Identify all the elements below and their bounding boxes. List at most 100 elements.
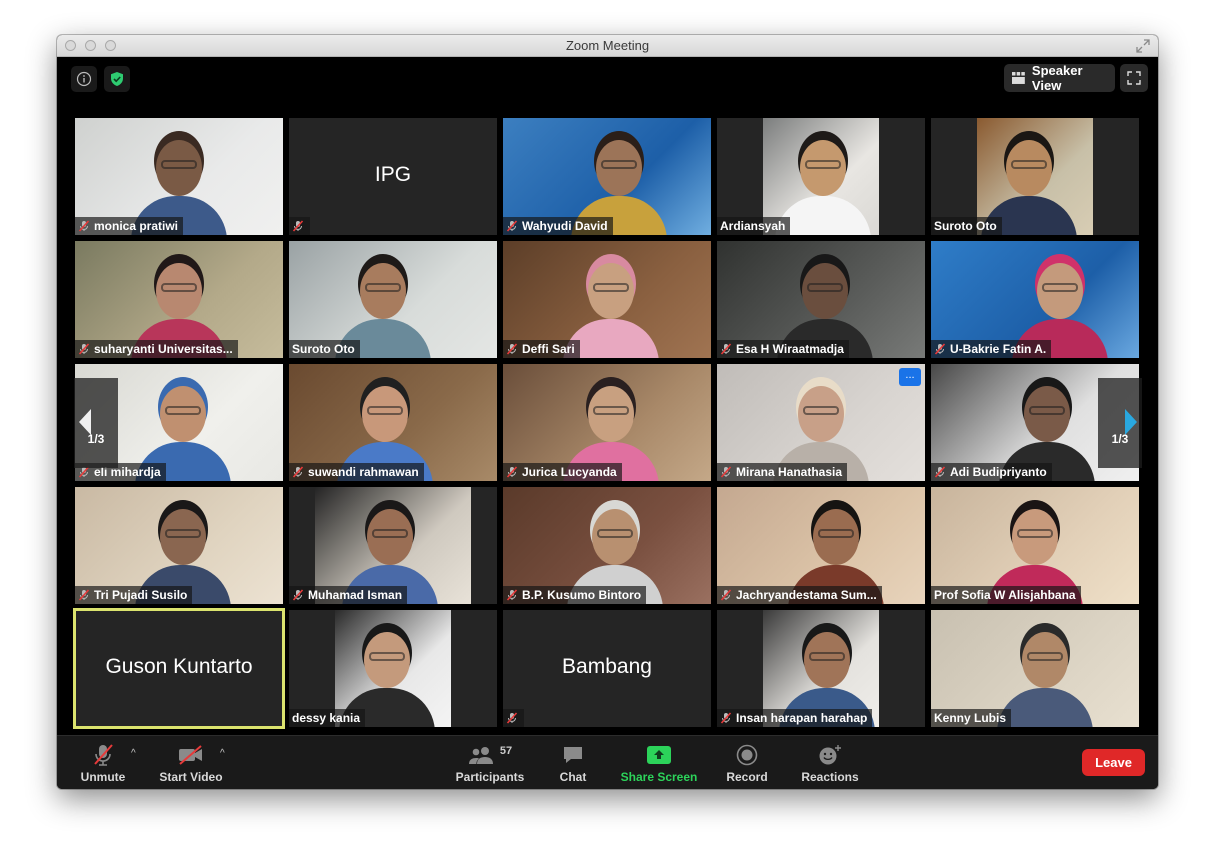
participant-name-tag [289, 217, 310, 235]
participant-name: Prof Sofia W Alisjahbana [934, 588, 1076, 602]
participants-button[interactable]: 57 Participants [453, 742, 527, 784]
participant-tile[interactable]: suharyanti Universitas... [75, 241, 283, 358]
participant-glasses [165, 529, 202, 538]
reactions-label: Reactions [801, 770, 859, 784]
meeting-top-bar: Speaker View [57, 57, 1158, 97]
participant-tile[interactable]: Esa H Wiraatmadja [717, 241, 925, 358]
muted-mic-icon [506, 466, 522, 478]
fullscreen-icon [1127, 71, 1141, 85]
participant-body [997, 688, 1094, 727]
participant-tile[interactable]: dessy kania [289, 610, 497, 727]
participant-display-name: IPG [374, 163, 412, 186]
participant-tile[interactable]: Bambang [503, 610, 711, 727]
page-indicator-left: 1/3 [87, 432, 105, 446]
participant-tile[interactable]: B.P. Kusumo Bintoro [503, 487, 711, 604]
participant-name-tag: Suroto Oto [289, 340, 360, 358]
fullscreen-button[interactable] [1120, 64, 1148, 92]
previous-page-button[interactable]: 1/3 [74, 378, 118, 468]
participant-tile[interactable]: Guson Kuntarto [73, 608, 285, 729]
muted-mic-icon [506, 712, 522, 724]
participant-name: Tri Pujadi Susilo [94, 588, 188, 602]
record-icon [736, 744, 758, 766]
reactions-icon [819, 745, 841, 765]
meeting-info-button[interactable] [71, 66, 97, 92]
participant-display-name: Guson Kuntarto [105, 655, 253, 678]
participant-glasses [1027, 652, 1064, 661]
participant-tile[interactable]: Suroto Oto [289, 241, 497, 358]
participant-name-tag [503, 709, 524, 727]
chat-button[interactable]: Chat [553, 742, 593, 784]
share-screen-button[interactable]: Share Screen [619, 742, 699, 784]
muted-mic-icon [78, 343, 94, 355]
participant-name-tag: Ardiansyah [717, 217, 791, 235]
record-button[interactable]: Record [723, 742, 771, 784]
participant-name-tag: Mirana Hanathasia [717, 463, 848, 481]
expand-icon[interactable] [1136, 39, 1150, 53]
participant-glasses [601, 160, 638, 169]
participant-tile[interactable]: Jurica Lucyanda [503, 364, 711, 481]
next-page-button[interactable]: 1/3 [1098, 378, 1142, 468]
participant-tile[interactable]: Kenny Lubis [931, 610, 1139, 727]
participant-name-tag: Tri Pujadi Susilo [75, 586, 193, 604]
participant-name-tag: Prof Sofia W Alisjahbana [931, 586, 1081, 604]
participant-name-tag: Kenny Lubis [931, 709, 1012, 727]
participant-glasses [1029, 406, 1066, 415]
participant-name-tag: Muhamad Isman [289, 586, 408, 604]
video-options-caret[interactable]: ^ [220, 748, 225, 759]
participant-tile[interactable]: IPG [289, 118, 497, 235]
participants-count: 57 [499, 745, 513, 757]
muted-mic-icon [94, 744, 113, 766]
participant-name-tag: Esa H Wiraatmadja [717, 340, 849, 358]
participant-tile[interactable]: Wahyudi David [503, 118, 711, 235]
leave-button[interactable]: Leave [1082, 749, 1145, 776]
record-label: Record [726, 770, 768, 784]
grid-view-icon [1012, 72, 1025, 84]
participant-name-tag: Jurica Lucyanda [503, 463, 622, 481]
participant-tile[interactable]: Deffi Sari [503, 241, 711, 358]
participant-tile[interactable]: Tri Pujadi Susilo [75, 487, 283, 604]
participant-name: monica pratiwi [94, 219, 179, 233]
participant-name: suharyanti Universitas... [94, 342, 233, 356]
more-options-button[interactable]: ... [899, 368, 921, 386]
participant-name: U-Bakrie Fatin A. [950, 342, 1047, 356]
participant-name: Ardiansyah [720, 219, 786, 233]
participant-tile[interactable]: Prof Sofia W Alisjahbana [931, 487, 1139, 604]
participant-tile[interactable]: Muhamad Isman [289, 487, 497, 604]
participant-tile[interactable]: Suroto Oto [931, 118, 1139, 235]
participant-name-tag: U-Bakrie Fatin A. [931, 340, 1052, 358]
participant-name-tag: Adi Budipriyanto [931, 463, 1052, 481]
start-video-button[interactable]: Start Video [153, 742, 229, 784]
page-indicator-right: 1/3 [1111, 432, 1129, 446]
participant-name-tag: Suroto Oto [931, 217, 1002, 235]
participant-name-tag: monica pratiwi [75, 217, 184, 235]
participant-glasses [807, 283, 844, 292]
participant-tile[interactable]: Ardiansyah [717, 118, 925, 235]
participant-tile[interactable]: Jachryandestama Sum... [717, 487, 925, 604]
participant-glasses [371, 529, 408, 538]
participant-name-tag: Insan harapan harahap [717, 709, 873, 727]
chat-label: Chat [559, 770, 587, 784]
participant-tile[interactable]: U-Bakrie Fatin A. [931, 241, 1139, 358]
participant-tile[interactable]: suwandi rahmawan [289, 364, 497, 481]
participant-glasses [808, 652, 845, 661]
unmute-button[interactable]: Unmute [73, 742, 133, 784]
speaker-view-button[interactable]: Speaker View [1004, 63, 1115, 93]
muted-mic-icon [720, 343, 736, 355]
reactions-button[interactable]: Reactions [799, 742, 861, 784]
participant-name: Jachryandestama Sum... [736, 588, 877, 602]
participant-name: Suroto Oto [292, 342, 355, 356]
participant-name-tag: dessy kania [289, 709, 366, 727]
participant-tile[interactable]: Insan harapan harahap [717, 610, 925, 727]
participant-name: Muhamad Isman [308, 588, 403, 602]
muted-mic-icon [720, 466, 736, 478]
participant-name: B.P. Kusumo Bintoro [522, 588, 642, 602]
participant-name: Esa H Wiraatmadja [736, 342, 844, 356]
chat-bubble-icon [564, 747, 582, 763]
audio-options-caret[interactable]: ^ [131, 748, 136, 759]
shield-icon [111, 72, 123, 86]
participant-glasses [817, 529, 854, 538]
participant-tile[interactable]: monica pratiwi [75, 118, 283, 235]
security-button[interactable] [104, 66, 130, 92]
participant-name: Insan harapan harahap [736, 711, 868, 725]
participant-tile[interactable]: Mirana Hanathasia... [717, 364, 925, 481]
